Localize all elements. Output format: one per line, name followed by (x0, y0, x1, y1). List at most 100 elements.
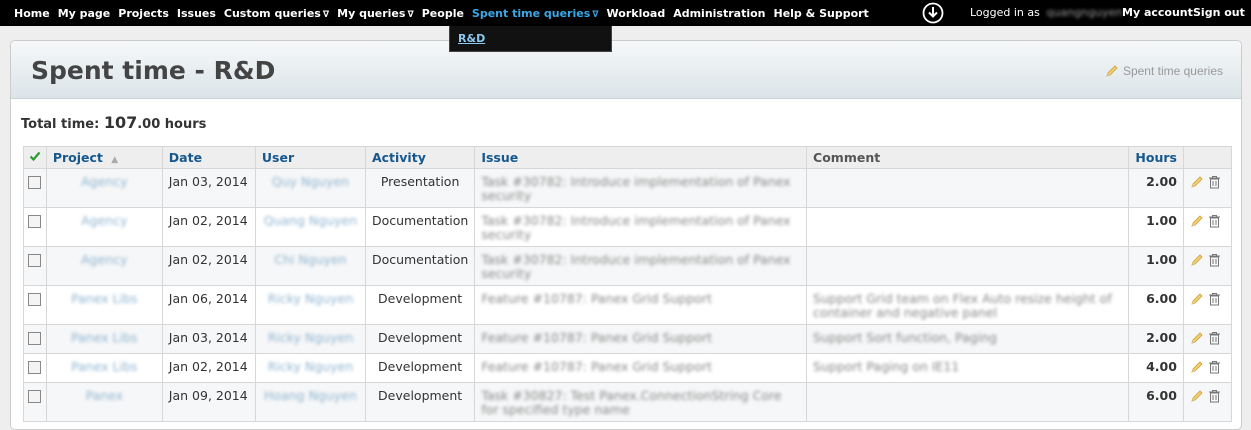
project-link[interactable]: Panex Libs (53, 325, 156, 345)
project-link[interactable]: Agency (53, 169, 156, 189)
date-text: Jan 03, 2014 (168, 330, 248, 345)
edit-pencil-icon[interactable] (1190, 214, 1204, 228)
spent-time-queries-dropdown: R&D (449, 26, 612, 52)
project-link[interactable]: Agency (53, 247, 156, 267)
table-row[interactable]: Agency Jan 02, 2014 Chi Nguyen Documentatio… (23, 246, 1233, 286)
date-cell: Jan 06, 2014 (161, 285, 256, 325)
issue-link[interactable]: Feature #10787: Panex Grid Support (481, 354, 800, 374)
edit-pencil-icon[interactable] (1190, 253, 1204, 267)
menu-item-spent-time-queries[interactable]: Spent time queries ∇ (472, 7, 599, 20)
user-link[interactable]: Ricky Nguyen (262, 286, 359, 306)
date-text: Jan 03, 2014 (168, 174, 248, 189)
menu-item-label: My page (57, 6, 111, 20)
table-row[interactable]: Panex Libs Jan 06, 2014 Ricky Nguyen Develo… (23, 285, 1233, 325)
my-account-link[interactable]: My account (1122, 0, 1193, 26)
chevron-down-icon: ∇ (322, 9, 330, 20)
column-header-hours[interactable]: Hours (1128, 146, 1184, 169)
table-row[interactable]: Panex Jan 09, 2014 Hoang Nguyen Development… (23, 382, 1233, 422)
actions-cell (1182, 382, 1233, 422)
date-cell: Jan 09, 2014 (161, 382, 256, 422)
select-all-header[interactable] (23, 146, 47, 169)
table-row[interactable]: Panex Libs Jan 02, 2014 Ricky Nguyen Develo… (23, 353, 1233, 383)
edit-pencil-icon[interactable] (1190, 175, 1204, 189)
issue-link[interactable]: Feature #10787: Panex Grid Support (481, 286, 800, 306)
activity-cell: Development (364, 324, 476, 354)
hours-text: 2.00 (1146, 330, 1177, 345)
user-link[interactable]: Ricky Nguyen (262, 354, 359, 374)
table-row[interactable]: Agency Jan 02, 2014 Quang Nguyen Documentat… (23, 207, 1233, 247)
row-checkbox[interactable] (28, 254, 42, 267)
sort-asc-icon: ▲ (111, 155, 119, 165)
column-header-issue[interactable]: Issue (474, 146, 808, 169)
row-checkbox[interactable] (28, 390, 42, 403)
trash-icon[interactable] (1208, 292, 1221, 306)
table-row[interactable]: Panex Libs Jan 03, 2014 Ricky Nguyen Develo… (23, 324, 1233, 354)
menu-item-my-page[interactable]: My page (58, 7, 111, 20)
menu-item-people[interactable]: People (422, 7, 464, 20)
user-link[interactable]: Quy Nguyen (262, 169, 359, 189)
activity-text: Development (378, 330, 463, 345)
project-link[interactable]: Agency (53, 208, 156, 228)
user-link[interactable]: Quang Nguyen (262, 208, 359, 228)
user-link[interactable]: Chi Nguyen (262, 247, 359, 267)
user-cell: Hoang Nguyen (254, 382, 366, 422)
logged-in-user-link[interactable]: quangnguyen (1046, 6, 1122, 19)
trash-icon[interactable] (1208, 389, 1221, 403)
edit-pencil-icon[interactable] (1190, 292, 1204, 306)
row-checkbox[interactable] (28, 361, 42, 374)
menu-item-my-queries[interactable]: My queries ∇ (337, 7, 414, 20)
issue-cell: Feature #10787: Panex Grid Support (474, 285, 808, 325)
menu-item-label: Projects (118, 6, 169, 20)
column-header-project[interactable]: Project ▲ (45, 146, 163, 169)
row-checkbox[interactable] (28, 293, 42, 306)
user-cell: Chi Nguyen (254, 246, 366, 286)
user-link[interactable]: Hoang Nguyen (262, 383, 359, 403)
menu-item-issues[interactable]: Issues (177, 7, 216, 20)
edit-pencil-icon[interactable] (1190, 389, 1204, 403)
comment-text (813, 208, 1122, 214)
comment-cell (806, 382, 1130, 422)
column-header-date[interactable]: Date (161, 146, 256, 169)
project-link[interactable]: Panex Libs (53, 354, 156, 374)
row-checkbox[interactable] (28, 215, 42, 228)
issue-link[interactable]: Task #30827: Test Panex.ConnectionString… (481, 383, 800, 417)
edit-pencil-icon[interactable] (1190, 331, 1204, 345)
project-link[interactable]: Panex Libs (53, 286, 156, 306)
trash-icon[interactable] (1208, 175, 1221, 189)
edit-pencil-icon[interactable] (1190, 360, 1204, 374)
table-row[interactable]: Agency Jan 03, 2014 Quy Nguyen Presentation… (23, 168, 1233, 208)
activity-cell: Development (364, 285, 476, 325)
issue-link[interactable]: Feature #10787: Panex Grid Support (481, 325, 800, 345)
row-checkbox[interactable] (28, 176, 42, 189)
menu-item-custom-queries[interactable]: Custom queries ∇ (224, 7, 329, 20)
menu-item-workload[interactable]: Workload (607, 7, 666, 20)
menu-item-projects[interactable]: Projects (118, 7, 169, 20)
date-cell: Jan 02, 2014 (161, 246, 256, 286)
sign-out-link[interactable]: Sign out (1193, 0, 1245, 26)
row-checkbox[interactable] (28, 332, 42, 345)
issue-link[interactable]: Task #30782: Introduce implementation of… (481, 208, 800, 242)
trash-icon[interactable] (1208, 360, 1221, 374)
menu-item-home[interactable]: Home (14, 7, 50, 20)
project-link[interactable]: Panex (53, 383, 156, 403)
trash-icon[interactable] (1208, 331, 1221, 345)
user-link[interactable]: Ricky Nguyen (262, 325, 359, 345)
trash-icon[interactable] (1208, 253, 1221, 267)
menu-item-label: Issues (176, 6, 216, 20)
activity-text: Development (378, 388, 463, 403)
column-label-project[interactable]: Project (53, 150, 103, 165)
download-icon[interactable] (922, 2, 944, 24)
column-header-user[interactable]: User (254, 146, 366, 169)
issue-link[interactable]: Task #30782: Introduce implementation of… (481, 247, 800, 281)
spent-time-queries-link[interactable]: Spent time queries (1105, 64, 1223, 78)
issue-link[interactable]: Task #30782: Introduce implementation of… (481, 169, 800, 203)
checkmark-icon[interactable] (29, 150, 41, 162)
menu-item-help-support[interactable]: Help & Support (774, 7, 869, 20)
column-header-activity[interactable]: Activity (364, 146, 476, 169)
menu-item-administration[interactable]: Administration (673, 7, 765, 20)
menu-item-label: Administration (673, 6, 766, 20)
total-time-unit: hours (164, 117, 207, 132)
comment-text: Support Grid team on Flex Auto resize he… (813, 291, 1112, 320)
trash-icon[interactable] (1208, 214, 1221, 228)
dropdown-item-rd[interactable]: R&D (458, 32, 485, 45)
